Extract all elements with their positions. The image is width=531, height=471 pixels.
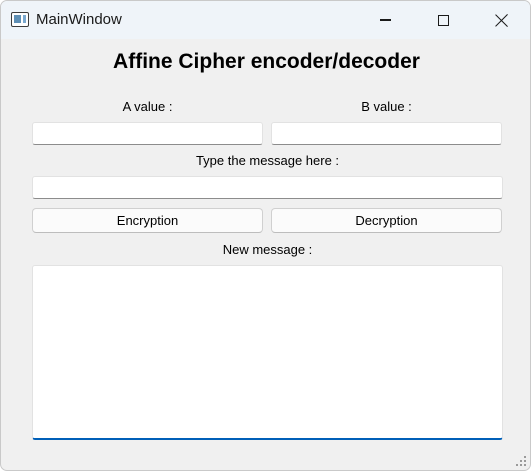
output-label: New message : — [222, 242, 313, 257]
resize-grip-icon[interactable] — [516, 456, 526, 466]
encryption-button[interactable]: Encryption — [32, 208, 263, 233]
close-icon — [495, 14, 508, 27]
a-value-input[interactable] — [32, 122, 263, 145]
b-value-input[interactable] — [271, 122, 502, 145]
close-button[interactable] — [473, 1, 529, 39]
b-value-label: B value : — [361, 99, 412, 114]
minimize-button[interactable] — [357, 1, 413, 39]
decryption-button[interactable]: Decryption — [271, 208, 502, 233]
main-window: MainWindow Affine Cipher encoder/decoder… — [0, 0, 531, 471]
maximize-icon — [437, 14, 449, 26]
message-input[interactable] — [32, 176, 503, 199]
output-textarea[interactable] — [32, 265, 503, 440]
minimize-icon — [379, 19, 391, 21]
app-window-icon — [11, 12, 29, 27]
window-title: MainWindow — [36, 11, 122, 28]
maximize-button[interactable] — [415, 1, 471, 39]
page-title: Affine Cipher encoder/decoder — [113, 50, 420, 73]
a-value-label: A value : — [122, 99, 173, 114]
title-bar[interactable]: MainWindow — [1, 1, 530, 39]
message-label: Type the message here : — [195, 153, 340, 168]
